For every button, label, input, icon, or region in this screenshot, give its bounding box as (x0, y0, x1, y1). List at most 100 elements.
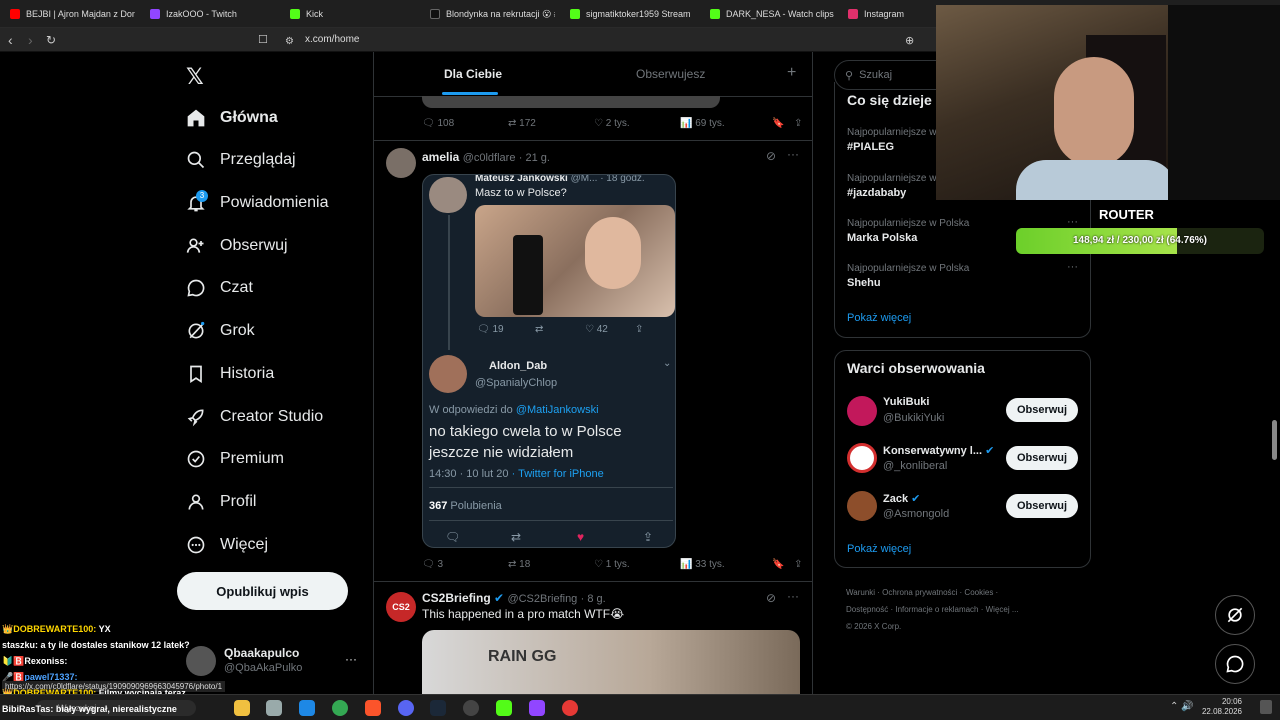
avatar[interactable] (386, 148, 416, 178)
show-more-link[interactable]: Pokaż więcej (847, 312, 911, 324)
avatar[interactable] (186, 646, 216, 676)
forward-icon[interactable]: › (28, 32, 33, 48)
app-icon[interactable] (529, 700, 545, 716)
search-input[interactable]: Szukaj (859, 69, 892, 81)
bookmark-button[interactable]: 🔖 (772, 118, 794, 129)
views-button[interactable]: 📊 69 tys. (680, 118, 772, 129)
chrome-icon[interactable] (332, 700, 348, 716)
sidebar-item-follow[interactable]: Obserwuj (186, 231, 288, 261)
kick-icon[interactable] (496, 700, 512, 716)
reply-button[interactable]: 🗨 3 (422, 559, 508, 570)
obs-icon[interactable] (463, 700, 479, 716)
post-button[interactable]: Opublikuj wpis (177, 572, 348, 610)
footer-link[interactable]: Warunki (846, 588, 875, 597)
footer-link[interactable]: Dostępność (846, 605, 888, 614)
trend-item[interactable]: Najpopularniejsze w #PIALEG (847, 127, 937, 153)
sidebar-item-more[interactable]: Więcej (186, 530, 268, 560)
follow-name[interactable]: YukiBuki (883, 396, 929, 408)
sidebar-item-explore[interactable]: Przeglądaj (186, 145, 296, 175)
follow-button[interactable]: Obserwuj (1006, 446, 1078, 470)
author-name[interactable]: CS2Briefing (422, 591, 491, 605)
post-media[interactable] (422, 96, 720, 108)
more-icon[interactable]: ··· (787, 147, 799, 161)
sidebar-item-profile[interactable]: Profil (186, 487, 256, 517)
author-name[interactable]: amelia (422, 150, 459, 164)
author-handle[interactable]: @CS2Briefing (507, 593, 577, 605)
avatar[interactable] (847, 491, 877, 521)
tab-following[interactable]: Obserwujesz (636, 52, 705, 96)
follow-name[interactable]: Konserwatywny l... ✔ (883, 444, 994, 457)
bookmark-page-icon[interactable]: ☐ (258, 32, 268, 48)
bookmark-button[interactable]: 🔖 (772, 559, 794, 570)
avatar[interactable] (847, 443, 877, 473)
repost-button[interactable]: ⇄ 18 (508, 559, 594, 570)
youtube-icon (10, 9, 20, 19)
footer-link[interactable]: Ochrona prywatności (882, 588, 957, 597)
trend-item[interactable]: Najpopularniejsze w #jazdababy (847, 173, 937, 199)
show-more-link[interactable]: Pokaż więcej (847, 543, 911, 555)
grok-icon[interactable]: ⊘ (766, 591, 776, 605)
notification-center-icon[interactable] (1260, 700, 1272, 714)
share-button[interactable]: ⇪ (794, 559, 802, 570)
browser-tab[interactable]: DARK_NESA - Watch clips on (710, 4, 835, 24)
steam-icon[interactable] (430, 700, 446, 716)
follow-button[interactable]: Obserwuj (1006, 398, 1078, 422)
system-tray-icons[interactable]: ⌃ 🔊 (1170, 701, 1194, 712)
like-button[interactable]: ♡ 2 tys. (594, 118, 680, 129)
sidebar-item-history[interactable]: Historia (186, 359, 274, 389)
browser-tab[interactable]: Instagram (848, 4, 928, 24)
x-logo-icon[interactable]: 𝕏 (186, 64, 204, 90)
grok-float-button[interactable] (1215, 595, 1255, 635)
account-more-icon[interactable]: ··· (345, 652, 357, 666)
app-icon[interactable] (562, 700, 578, 716)
browser-tab[interactable]: Kick (290, 4, 410, 24)
footer-link[interactable]: Cookies (964, 588, 993, 597)
footer-link[interactable]: Więcej ... (986, 605, 1019, 614)
sidebar-item-notifications[interactable]: 3 Powiadomienia (186, 188, 329, 218)
browser-tab[interactable]: BEJBI | Ajron Majdan z Donbas (10, 4, 135, 24)
grok-icon[interactable]: ⊘ (766, 149, 776, 163)
more-icon[interactable]: ··· (787, 589, 799, 603)
browser-tab[interactable]: IzakOOO - Twitch (150, 4, 270, 24)
follow-button[interactable]: Obserwuj (1006, 494, 1078, 518)
trend-item[interactable]: Najpopularniejsze w Polska Marka Polska (847, 218, 969, 244)
sidebar-item-grok[interactable]: Grok (186, 316, 255, 346)
reply-button[interactable]: 🗨 108 (422, 118, 508, 129)
reload-icon[interactable]: ↻ (46, 32, 56, 48)
add-tab-icon[interactable]: + (787, 64, 796, 82)
follow-name[interactable]: Zack ✔ (883, 492, 920, 505)
footer-link[interactable]: Informacje o reklamach (895, 605, 978, 614)
trend-more-icon[interactable]: ··· (1067, 216, 1078, 228)
post-time[interactable]: · 21 g. (519, 152, 550, 164)
avatar[interactable] (847, 396, 877, 426)
post-time[interactable]: · 8 g. (581, 593, 606, 605)
site-info-icon[interactable]: ⚙ (285, 34, 294, 50)
trend-more-icon[interactable]: ··· (1067, 261, 1078, 273)
avatar[interactable]: CS2 (386, 592, 416, 622)
author-handle[interactable]: @c0ldflare (463, 152, 516, 164)
edge-icon[interactable] (299, 700, 315, 716)
sidebar-item-home[interactable]: Główna (186, 103, 278, 133)
share-button[interactable]: ⇪ (794, 118, 802, 129)
tab-for-you[interactable]: Dla Ciebie (444, 52, 502, 96)
like-button[interactable]: ♡ 1 tys. (594, 559, 680, 570)
zoom-icon[interactable]: ⊕ (905, 33, 914, 49)
sidebar-item-chat[interactable]: Czat (186, 273, 253, 303)
views-button[interactable]: 📊 33 tys. (680, 559, 772, 570)
sidebar-item-creator-studio[interactable]: Creator Studio (186, 402, 323, 432)
brave-icon[interactable] (365, 700, 381, 716)
url-field[interactable]: x.com/home (305, 34, 359, 45)
post-media[interactable]: Mateusz Jankowski @M... · 18 godz. Masz … (422, 174, 676, 548)
chevron-down-icon: ⌄ (663, 358, 672, 369)
file-explorer-icon[interactable] (234, 700, 250, 716)
back-icon[interactable]: ‹ (8, 32, 13, 48)
messages-float-button[interactable] (1215, 644, 1255, 684)
app-icon[interactable] (266, 700, 282, 716)
browser-tab[interactable]: Blondynka na rekrutacji 😮 # (430, 4, 555, 24)
sidebar-item-premium[interactable]: Premium (186, 444, 284, 474)
repost-button[interactable]: ⇄ 172 (508, 118, 594, 129)
discord-icon[interactable] (398, 700, 414, 716)
browser-tab[interactable]: sigmatiktoker1959 Stream (570, 4, 695, 24)
scrollbar-thumb[interactable] (1272, 420, 1277, 460)
trend-item[interactable]: Najpopularniejsze w Polska Shehu (847, 263, 969, 289)
